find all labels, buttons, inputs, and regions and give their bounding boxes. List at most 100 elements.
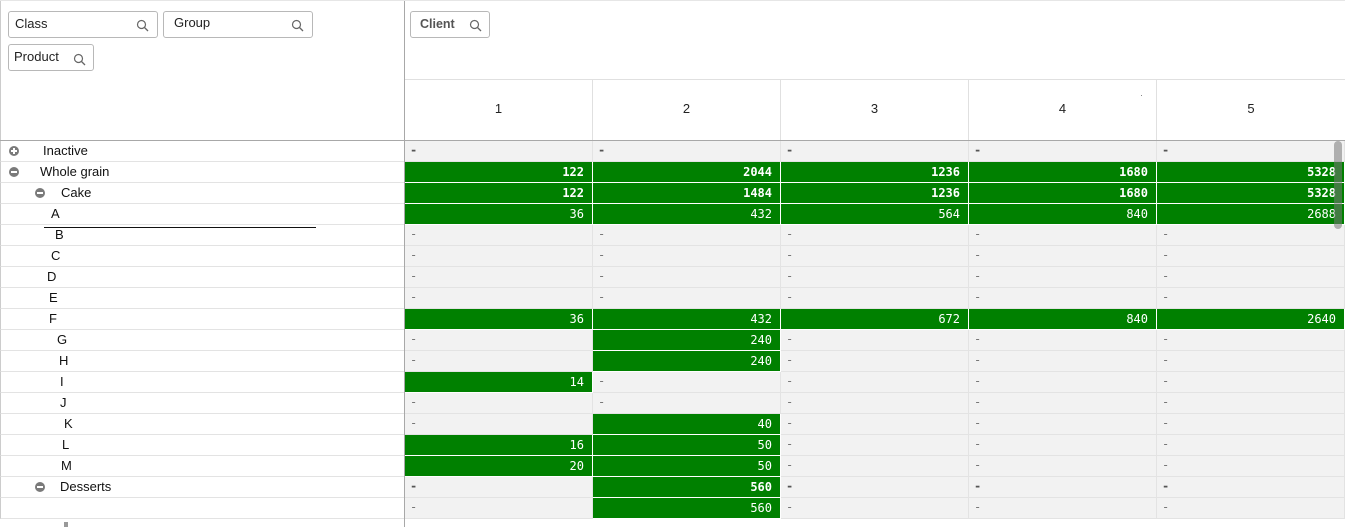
value-cell[interactable]: 1484 bbox=[593, 183, 781, 204]
value-cell[interactable]: - bbox=[1157, 498, 1345, 519]
value-cell[interactable]: - bbox=[969, 498, 1157, 519]
value-cell[interactable]: - bbox=[969, 330, 1157, 351]
vertical-scrollbar[interactable] bbox=[1334, 141, 1342, 229]
value-cell[interactable]: - bbox=[969, 414, 1157, 435]
value-cell[interactable]: 1680 bbox=[969, 162, 1157, 183]
class-filter-button[interactable]: Class bbox=[8, 11, 158, 38]
value-cell[interactable]: - bbox=[1157, 435, 1345, 456]
value-cell[interactable]: - bbox=[593, 288, 781, 309]
value-cell[interactable]: - bbox=[1157, 477, 1345, 498]
column-header[interactable]: 2 bbox=[593, 80, 781, 141]
value-cell[interactable]: 240 bbox=[593, 351, 781, 372]
value-cell[interactable]: - bbox=[969, 225, 1157, 246]
value-cell[interactable]: - bbox=[781, 267, 969, 288]
client-filter-button[interactable]: Client bbox=[410, 11, 490, 38]
value-cell[interactable]: 50 bbox=[593, 435, 781, 456]
value-cell[interactable]: 40 bbox=[593, 414, 781, 435]
value-cell[interactable]: - bbox=[405, 330, 593, 351]
value-cell[interactable]: - bbox=[593, 372, 781, 393]
column-header[interactable]: 4 bbox=[969, 80, 1157, 141]
row-label[interactable]: K bbox=[0, 414, 404, 435]
value-cell[interactable]: 672 bbox=[781, 309, 969, 330]
value-cell[interactable]: 1236 bbox=[781, 183, 969, 204]
value-cell[interactable]: - bbox=[969, 456, 1157, 477]
value-cell[interactable]: - bbox=[969, 288, 1157, 309]
value-cell[interactable]: 1680 bbox=[969, 183, 1157, 204]
value-cell[interactable]: 432 bbox=[593, 204, 781, 225]
value-cell[interactable]: - bbox=[593, 225, 781, 246]
row-label[interactable] bbox=[0, 498, 404, 519]
value-cell[interactable]: - bbox=[781, 288, 969, 309]
row-label[interactable]: Cake bbox=[0, 183, 404, 204]
group-filter-button[interactable]: Group bbox=[163, 11, 313, 38]
value-cell[interactable]: 2044 bbox=[593, 162, 781, 183]
value-cell[interactable]: - bbox=[1157, 330, 1345, 351]
value-cell[interactable]: - bbox=[969, 393, 1157, 414]
value-cell[interactable]: 20 bbox=[405, 456, 593, 477]
value-cell[interactable]: - bbox=[969, 141, 1157, 162]
collapse-icon[interactable] bbox=[9, 167, 19, 177]
value-cell[interactable]: - bbox=[781, 246, 969, 267]
value-cell[interactable]: 2688 bbox=[1157, 204, 1345, 225]
value-cell[interactable]: - bbox=[405, 288, 593, 309]
value-cell[interactable]: 5328 bbox=[1157, 162, 1345, 183]
row-label[interactable]: E bbox=[0, 288, 404, 309]
value-cell[interactable]: - bbox=[1157, 141, 1345, 162]
value-cell[interactable]: - bbox=[969, 477, 1157, 498]
value-cell[interactable]: - bbox=[593, 246, 781, 267]
value-cell[interactable]: - bbox=[781, 477, 969, 498]
value-cell[interactable]: - bbox=[781, 372, 969, 393]
value-cell[interactable]: - bbox=[405, 246, 593, 267]
expand-icon[interactable] bbox=[9, 146, 19, 156]
value-cell[interactable]: 432 bbox=[593, 309, 781, 330]
column-header[interactable]: 1 bbox=[405, 80, 593, 141]
value-cell[interactable]: - bbox=[1157, 267, 1345, 288]
row-label[interactable]: M bbox=[0, 456, 404, 477]
row-label[interactable]: B bbox=[0, 225, 404, 246]
value-cell[interactable]: 840 bbox=[969, 309, 1157, 330]
value-cell[interactable]: - bbox=[781, 414, 969, 435]
row-label[interactable]: Whole grain bbox=[0, 162, 404, 183]
value-cell[interactable]: 36 bbox=[405, 204, 593, 225]
value-cell[interactable]: - bbox=[781, 393, 969, 414]
row-label[interactable]: I bbox=[0, 372, 404, 393]
value-cell[interactable]: - bbox=[1157, 288, 1345, 309]
value-cell[interactable]: - bbox=[405, 351, 593, 372]
row-label[interactable]: C bbox=[0, 246, 404, 267]
value-cell[interactable]: - bbox=[405, 393, 593, 414]
value-cell[interactable]: - bbox=[593, 267, 781, 288]
collapse-icon[interactable] bbox=[35, 482, 45, 492]
value-cell[interactable]: 122 bbox=[405, 183, 593, 204]
value-cell[interactable]: - bbox=[405, 141, 593, 162]
value-cell[interactable]: 1236 bbox=[781, 162, 969, 183]
value-cell[interactable]: - bbox=[781, 435, 969, 456]
value-cell[interactable]: - bbox=[969, 267, 1157, 288]
collapse-icon[interactable] bbox=[35, 188, 45, 198]
value-cell[interactable]: - bbox=[405, 267, 593, 288]
row-label[interactable]: A bbox=[0, 204, 404, 225]
value-cell[interactable]: - bbox=[781, 141, 969, 162]
value-cell[interactable]: - bbox=[593, 393, 781, 414]
value-cell[interactable]: - bbox=[1157, 414, 1345, 435]
value-cell[interactable]: - bbox=[781, 456, 969, 477]
product-filter-button[interactable]: Product bbox=[8, 44, 94, 71]
value-cell[interactable]: - bbox=[1157, 393, 1345, 414]
value-cell[interactable]: 36 bbox=[405, 309, 593, 330]
row-label[interactable]: L bbox=[0, 435, 404, 456]
value-cell[interactable]: 14 bbox=[405, 372, 593, 393]
value-cell[interactable]: - bbox=[405, 225, 593, 246]
value-cell[interactable]: - bbox=[781, 330, 969, 351]
value-cell[interactable]: - bbox=[781, 351, 969, 372]
value-cell[interactable]: - bbox=[1157, 246, 1345, 267]
row-label[interactable]: D bbox=[0, 267, 404, 288]
value-cell[interactable]: 2640 bbox=[1157, 309, 1345, 330]
column-header[interactable]: 5 bbox=[1157, 80, 1345, 141]
value-cell[interactable]: 564 bbox=[781, 204, 969, 225]
row-label[interactable]: H bbox=[0, 351, 404, 372]
value-cell[interactable]: - bbox=[969, 351, 1157, 372]
value-cell[interactable]: - bbox=[593, 141, 781, 162]
value-cell[interactable]: - bbox=[969, 372, 1157, 393]
value-cell[interactable]: - bbox=[1157, 456, 1345, 477]
value-cell[interactable]: - bbox=[1157, 351, 1345, 372]
value-cell[interactable]: 5328 bbox=[1157, 183, 1345, 204]
